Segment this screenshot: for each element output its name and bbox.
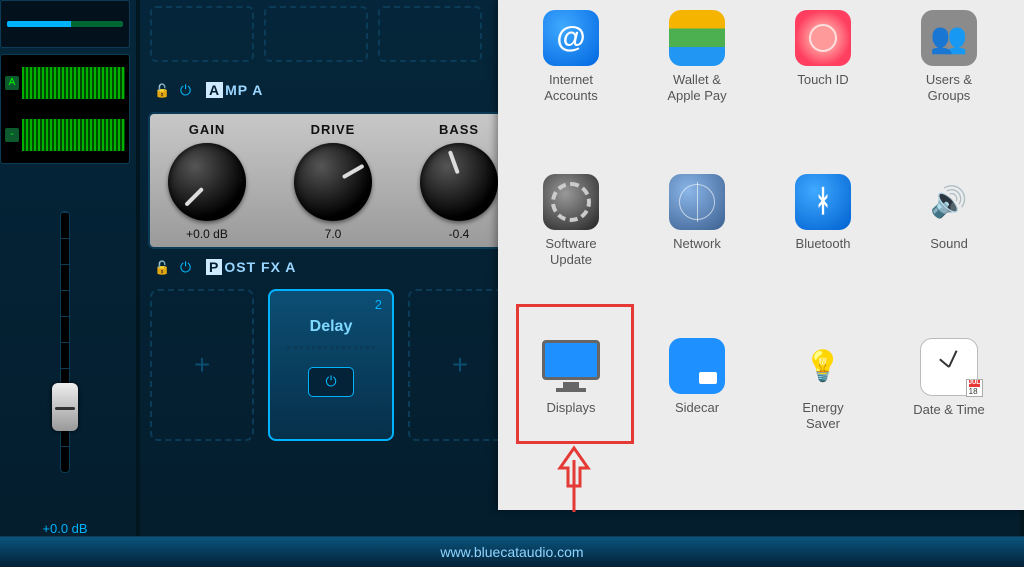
fader-readout: +0.0 dB (0, 521, 130, 536)
pref-wallet[interactable]: Wallet & Apple Pay (638, 10, 756, 160)
knob-value: -0.4 (449, 227, 470, 241)
pref-users-groups[interactable]: Users & Groups (890, 10, 1008, 160)
sidecar-icon (669, 338, 725, 394)
sound-icon (921, 174, 977, 230)
pref-label: Bluetooth (796, 236, 851, 252)
energy-saver-icon (795, 338, 851, 394)
postfx-title: POST FX A (206, 259, 296, 275)
prefs-grid: Internet Accounts Wallet & Apple Pay Touch… (512, 10, 1024, 488)
displays-icon (543, 338, 599, 394)
pref-touch-id[interactable]: Touch ID (764, 10, 882, 160)
pref-label: Software Update (545, 236, 596, 269)
empty-pedal-slot[interactable]: + (408, 289, 512, 441)
pref-label: Sidecar (675, 400, 719, 416)
pref-date-time[interactable]: JUL18 Date & Time (890, 338, 1008, 488)
internet-accounts-icon (543, 10, 599, 66)
lock-icon[interactable] (154, 259, 170, 275)
knob-label: DRIVE (311, 122, 356, 137)
plugin-footer: www.bluecataudio.com (0, 536, 1024, 567)
knob-dial[interactable] (420, 143, 498, 221)
wallet-icon (669, 10, 725, 66)
mini-meter (0, 0, 130, 48)
knob-bass: BASS -0.4 (420, 122, 498, 241)
knob-drive: DRIVE 7.0 (294, 122, 372, 241)
pref-label: Displays (546, 400, 595, 416)
pref-sound[interactable]: Sound (890, 174, 1008, 324)
network-icon (669, 174, 725, 230)
pedal-name: Delay (310, 318, 353, 336)
empty-slot[interactable] (378, 6, 482, 62)
fader-cap[interactable] (52, 383, 78, 431)
pref-label: Touch ID (797, 72, 848, 88)
bluetooth-icon (795, 174, 851, 230)
channel-a-label: A (5, 76, 19, 90)
amp-title: AMP A (206, 82, 263, 98)
left-column: A - +0.0 dB (0, 0, 136, 536)
empty-pedal-slot[interactable]: + (150, 289, 254, 441)
system-preferences-window: Internet Accounts Wallet & Apple Pay Touch… (498, 0, 1024, 510)
pref-label: Internet Accounts (544, 72, 597, 105)
knob-label: GAIN (189, 122, 226, 137)
pref-internet-accounts[interactable]: Internet Accounts (512, 10, 630, 160)
pref-software-update[interactable]: Software Update (512, 174, 630, 324)
knob-value: 7.0 (325, 227, 342, 241)
power-icon[interactable] (180, 82, 196, 98)
pref-sidecar[interactable]: Sidecar (638, 338, 756, 488)
empty-slot[interactable] (264, 6, 368, 62)
knob-gain: GAIN +0.0 dB (168, 122, 246, 241)
pref-label: Date & Time (913, 402, 985, 418)
annotation-arrow-icon (554, 442, 594, 512)
pref-label: Sound (930, 236, 968, 252)
pref-label: Energy Saver (802, 400, 843, 433)
knob-dial[interactable] (168, 143, 246, 221)
software-update-icon (543, 174, 599, 230)
pref-label: Wallet & Apple Pay (667, 72, 726, 105)
pedal-power-button[interactable] (308, 367, 354, 397)
waveform-box: A - (0, 54, 130, 164)
output-fader[interactable] (0, 170, 130, 513)
footer-url[interactable]: www.bluecataudio.com (440, 544, 583, 560)
touch-id-icon (795, 10, 851, 66)
pref-network[interactable]: Network (638, 174, 756, 324)
pref-label: Network (673, 236, 721, 252)
knob-value: +0.0 dB (186, 227, 228, 241)
pref-energy-saver[interactable]: Energy Saver (764, 338, 882, 488)
knob-dial[interactable] (294, 143, 372, 221)
delay-pedal[interactable]: 2 Delay (268, 289, 394, 441)
pedal-index: 2 (375, 297, 386, 312)
lock-icon[interactable] (154, 82, 170, 98)
users-groups-icon (921, 10, 977, 66)
empty-slot[interactable] (150, 6, 254, 62)
knob-label: BASS (439, 122, 479, 137)
pref-bluetooth[interactable]: Bluetooth (764, 174, 882, 324)
power-icon[interactable] (180, 259, 196, 275)
date-time-icon: JUL18 (920, 338, 978, 396)
pref-label: Users & Groups (926, 72, 972, 105)
channel-minus-label: - (5, 128, 19, 142)
